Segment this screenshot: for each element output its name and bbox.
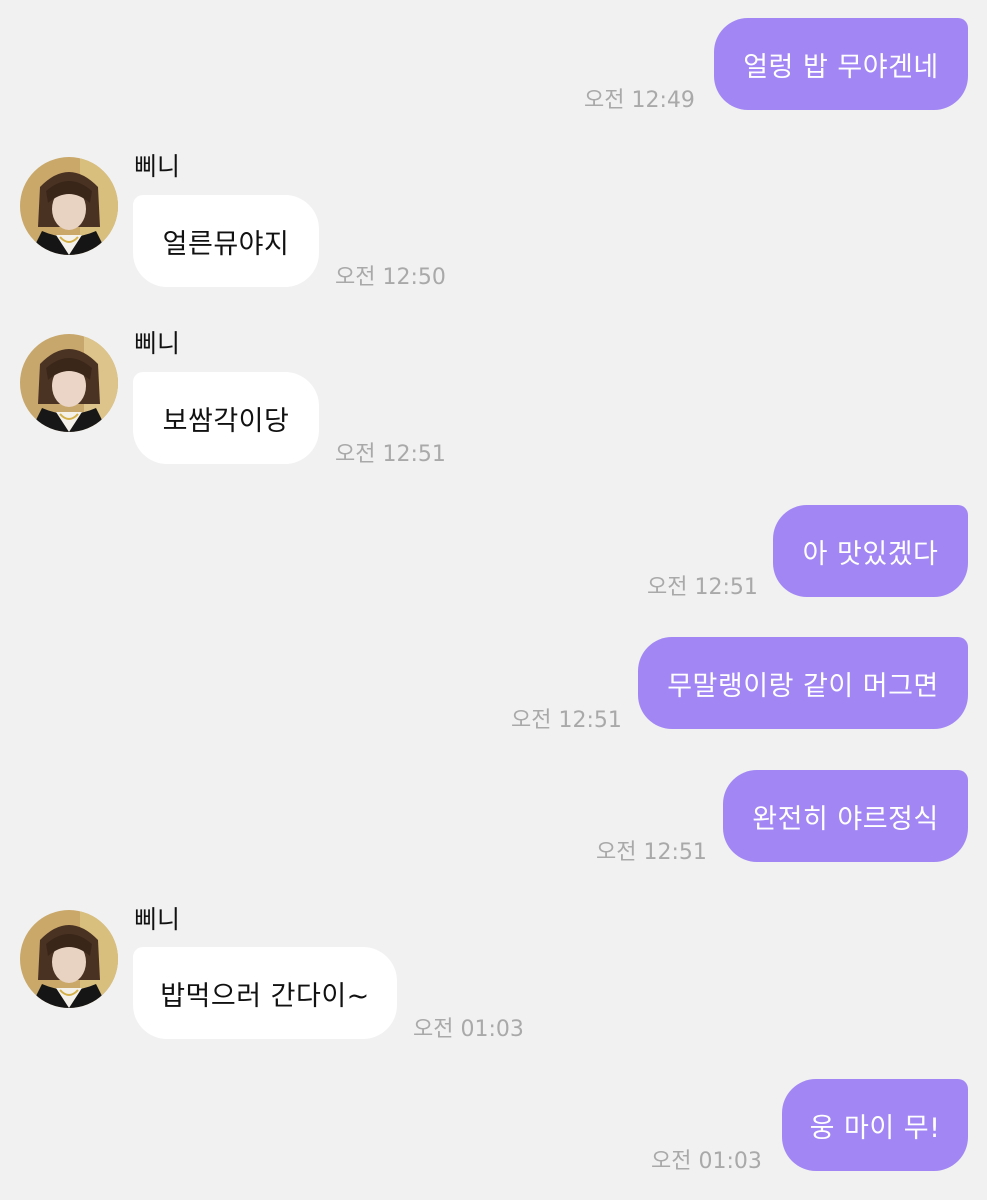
profile-photo-icon (20, 157, 118, 255)
message-timestamp: 오전 01:03 (413, 1017, 524, 1042)
message-text: 얼렁 밥 무야겐네 (743, 51, 939, 83)
contact-avatar[interactable] (20, 334, 118, 432)
message-timestamp: 오전 01:03 (651, 1149, 762, 1174)
incoming-message-bubble[interactable]: 보쌈각이당 (133, 372, 319, 464)
message-text: 보쌈각이당 (162, 405, 290, 437)
message-timestamp: 오전 12:51 (647, 575, 758, 600)
profile-photo-icon (20, 910, 118, 1008)
message-text: 완전히 야르정식 (752, 803, 939, 835)
message-timestamp: 오전 12:51 (335, 442, 446, 467)
sender-name: 삐니 (134, 329, 181, 358)
sender-name: 삐니 (134, 152, 181, 181)
outgoing-message-bubble[interactable]: 무말랭이랑 같이 머그면 (638, 637, 968, 729)
message-text: 웅 마이 무! (809, 1112, 941, 1144)
outgoing-message-bubble[interactable]: 완전히 야르정식 (723, 770, 968, 862)
outgoing-message-bubble[interactable]: 얼렁 밥 무야겐네 (714, 18, 968, 110)
message-text: 얼른뮤야지 (162, 228, 290, 260)
message-timestamp: 오전 12:51 (596, 840, 707, 865)
profile-photo-icon (20, 334, 118, 432)
contact-avatar[interactable] (20, 157, 118, 255)
message-timestamp: 오전 12:49 (584, 88, 695, 113)
message-text: 아 맛있겠다 (802, 538, 939, 570)
outgoing-message-bubble[interactable]: 웅 마이 무! (782, 1079, 968, 1171)
sender-name: 삐니 (134, 905, 181, 934)
contact-avatar[interactable] (20, 910, 118, 1008)
chat-message-list[interactable]: 얼렁 밥 무야겐네 오전 12:49 삐니 얼른뮤야지 오전 12:50 삐니 … (0, 0, 987, 1200)
message-timestamp: 오전 12:50 (335, 265, 446, 290)
outgoing-message-bubble[interactable]: 아 맛있겠다 (773, 505, 968, 597)
message-text: 무말랭이랑 같이 머그면 (667, 670, 939, 702)
message-text: 밥먹으러 간다이~ (160, 980, 370, 1012)
message-timestamp: 오전 12:51 (511, 708, 622, 733)
incoming-message-bubble[interactable]: 얼른뮤야지 (133, 195, 319, 287)
incoming-message-bubble[interactable]: 밥먹으러 간다이~ (133, 947, 397, 1039)
